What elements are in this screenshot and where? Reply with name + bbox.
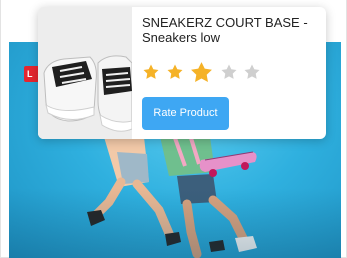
star-2-icon[interactable]: [166, 63, 184, 81]
page-border-left: [0, 0, 1, 258]
star-1-icon[interactable]: [142, 63, 160, 81]
star-4-icon[interactable]: [220, 63, 238, 81]
star-3-icon[interactable]: [189, 60, 214, 85]
product-image: [38, 7, 132, 139]
rate-product-button[interactable]: Rate Product: [142, 97, 229, 130]
product-title: SNEAKERZ COURT BASE - Sneakers low: [142, 15, 308, 45]
star-5-icon[interactable]: [243, 63, 261, 81]
sneaker-image: [38, 7, 132, 139]
hero-shade-overlay: [9, 188, 341, 258]
